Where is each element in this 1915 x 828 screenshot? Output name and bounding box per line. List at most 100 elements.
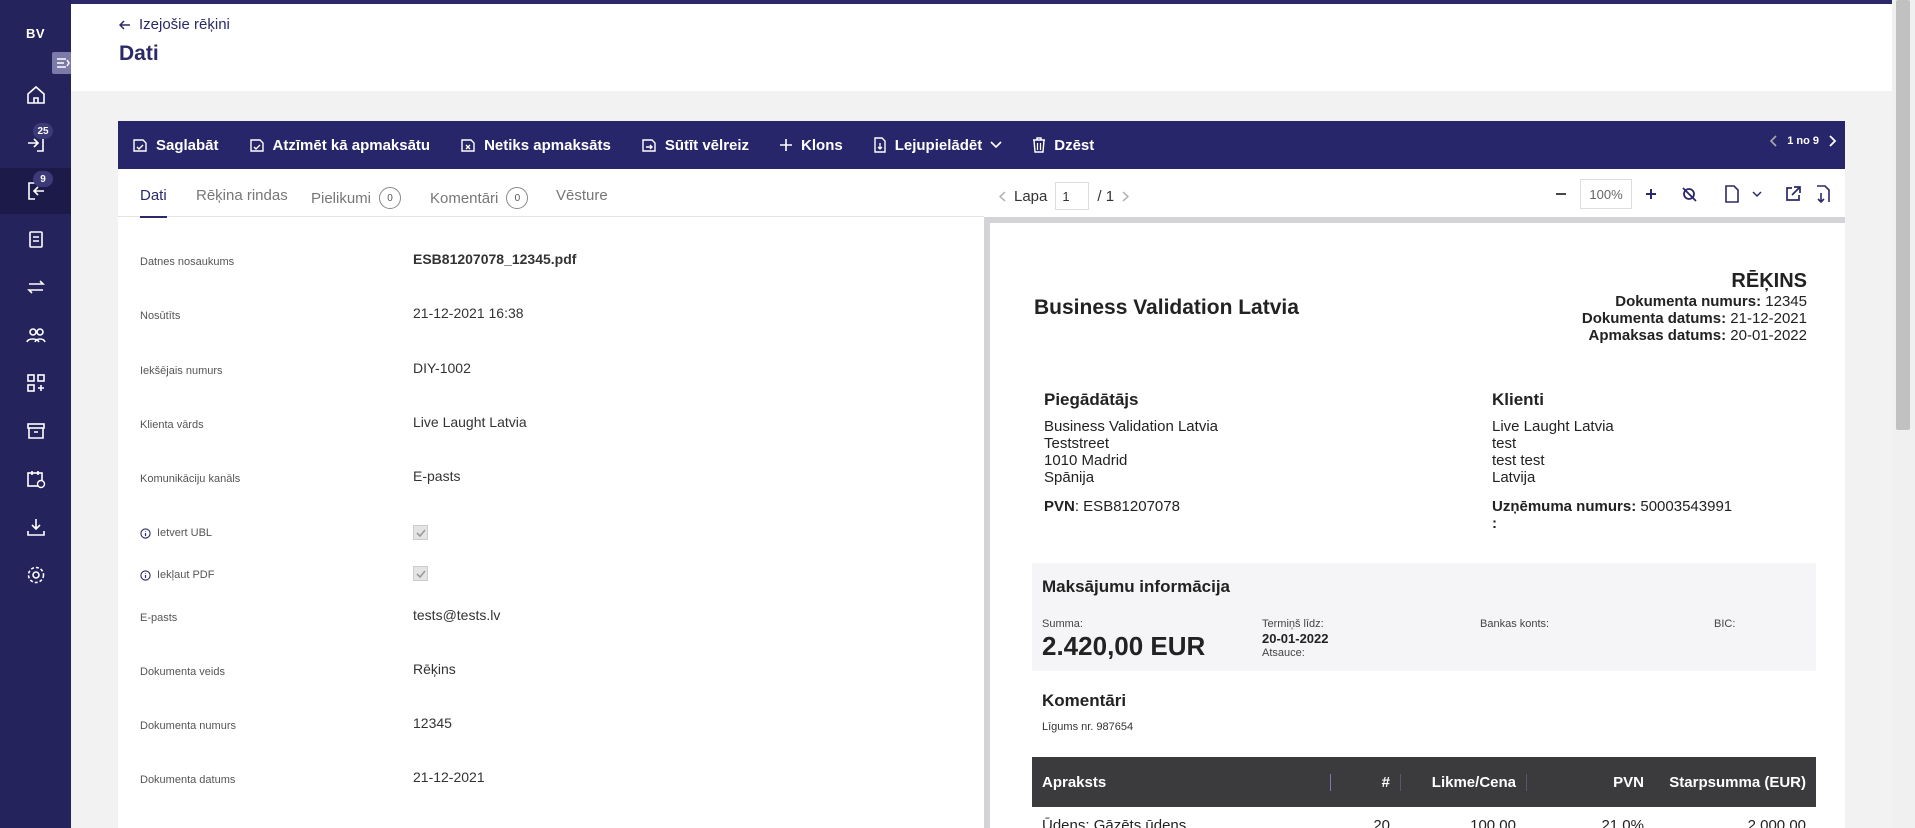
pdf-viewer: Lapa 1 / 1 100% Business Validation Latv… bbox=[984, 169, 1845, 828]
file-icon[interactable] bbox=[1724, 185, 1740, 203]
include-ubl-checkbox[interactable] bbox=[413, 525, 428, 540]
invoice-page: Business Validation Latvia RĒĶINS Dokume… bbox=[990, 223, 1845, 828]
doc-number-value: 12345 bbox=[413, 715, 452, 731]
mark-paid-icon bbox=[249, 139, 264, 152]
scrollbar-thumb[interactable] bbox=[1896, 0, 1910, 430]
doc-type-value: Rēķins bbox=[413, 661, 456, 677]
nav-outgoing[interactable]: 9 bbox=[0, 168, 71, 214]
mark-paid-button[interactable]: Atzīmēt kā apmaksātu bbox=[249, 137, 430, 154]
chevron-down-icon[interactable] bbox=[1752, 190, 1762, 198]
nav-settings[interactable] bbox=[0, 552, 71, 598]
download-dropdown-button[interactable]: Lejupielādēt bbox=[873, 137, 1003, 154]
page-input[interactable]: 1 bbox=[1055, 182, 1090, 210]
home-icon bbox=[26, 85, 45, 104]
users-icon bbox=[25, 328, 46, 343]
nav-schedule[interactable] bbox=[0, 456, 71, 502]
sent-label: Nosūtīts bbox=[140, 310, 181, 322]
save-button[interactable]: Saglabāt bbox=[132, 137, 219, 154]
left-nav-rail: BV 25 9 bbox=[0, 0, 74, 828]
nav-archive[interactable] bbox=[0, 408, 71, 454]
page-title: Dati bbox=[119, 42, 159, 65]
download-file-icon bbox=[874, 137, 886, 153]
comments-count: 0 bbox=[506, 187, 529, 209]
doc-type-label: Dokumenta veids bbox=[140, 666, 225, 678]
invoice-lines-table: Apraksts # Likme/Cena PVN Starpsumma (EU… bbox=[1032, 757, 1816, 828]
include-ubl-label: Ietvert UBL bbox=[140, 527, 212, 539]
apps-icon bbox=[26, 374, 45, 392]
resend-button[interactable]: Sūtīt vēlreiz bbox=[641, 137, 749, 154]
tab-comments[interactable]: Komentāri 0 bbox=[430, 187, 529, 209]
nav-incoming[interactable]: 25 bbox=[0, 120, 71, 166]
pager-text: 1 no 9 bbox=[1787, 135, 1819, 147]
details-panel: Dati Rēķina rindas Pielikumi 0 Komentāri… bbox=[118, 169, 984, 828]
sent-value: 21-12-2021 16:38 bbox=[413, 305, 524, 321]
nav-contacts[interactable] bbox=[0, 312, 71, 358]
page-header: Izejošie rēķini Dati bbox=[71, 4, 1892, 91]
zoom-out-icon[interactable] bbox=[1554, 187, 1568, 201]
download-pdf-icon[interactable] bbox=[1814, 185, 1832, 203]
tab-dati[interactable]: Dati bbox=[140, 187, 167, 218]
table-row: Ūdens: Gāzēts ūdens 20 100,00 21,0% 2.00… bbox=[1042, 816, 1806, 828]
plus-icon bbox=[780, 139, 793, 151]
back-link[interactable]: Izejošie rēķini bbox=[119, 16, 230, 33]
viewer-toolbar: Lapa 1 / 1 100% bbox=[984, 169, 1845, 217]
client-name-value: Live Laught Latvia bbox=[413, 414, 527, 430]
doc-number-label: Dokumenta numurs bbox=[140, 720, 236, 732]
info-icon[interactable] bbox=[140, 569, 151, 581]
email-label: E-pasts bbox=[140, 612, 178, 624]
table-header: Apraksts # Likme/Cena PVN Starpsumma (EU… bbox=[1032, 757, 1816, 807]
chevron-left-icon[interactable] bbox=[999, 190, 1006, 202]
settings-icon bbox=[27, 566, 44, 584]
tab-attachments[interactable]: Pielikumi 0 bbox=[311, 187, 402, 209]
clone-button[interactable]: Klons bbox=[779, 137, 843, 154]
channel-value: E-pasts bbox=[413, 468, 461, 484]
invoice-heading: RĒĶINS bbox=[1731, 270, 1807, 292]
file-name-value: ESB81207078_12345.pdf bbox=[413, 251, 577, 267]
attachments-count: 0 bbox=[379, 187, 402, 209]
client-name-label: Klienta vārds bbox=[140, 419, 204, 431]
save-icon bbox=[133, 139, 147, 152]
check-icon bbox=[415, 569, 426, 578]
invoice-comments-heading: Komentāri bbox=[1042, 691, 1127, 710]
brand-logo[interactable]: BV bbox=[0, 26, 71, 41]
tab-invoice-lines[interactable]: Rēķina rindas bbox=[196, 187, 288, 204]
nav-apps[interactable] bbox=[0, 360, 71, 406]
file-name-label: Datnes nosaukums bbox=[140, 256, 235, 268]
zoom-level-input[interactable]: 100% bbox=[1580, 179, 1632, 209]
doc-date-label: Dokumenta datums bbox=[140, 774, 236, 786]
internal-number-value: DIY-1002 bbox=[413, 360, 471, 376]
doc-date-value: 21-12-2021 bbox=[413, 769, 485, 785]
chevron-right-icon[interactable] bbox=[1122, 190, 1130, 202]
page-total: / 1 bbox=[1097, 187, 1115, 205]
action-toolbar: Saglabāt Atzīmēt kā apmaksātu Netiks apm… bbox=[118, 121, 1845, 169]
check-icon bbox=[415, 528, 426, 537]
include-pdf-label: Iekļaut PDF bbox=[140, 569, 214, 581]
chevron-left-icon[interactable] bbox=[1769, 135, 1777, 147]
nav-home[interactable] bbox=[0, 72, 71, 118]
page-navigator: Lapa 1 / 1 bbox=[999, 182, 1130, 210]
client-block: Klienti Live Laught Latvia test test tes… bbox=[1492, 390, 1733, 532]
clipboard-icon bbox=[28, 231, 43, 248]
nav-tasks[interactable] bbox=[0, 216, 71, 262]
back-link-label: Izejošie rēķini bbox=[139, 16, 230, 33]
tab-history[interactable]: Vēsture bbox=[556, 187, 608, 204]
chevron-right-icon[interactable] bbox=[1829, 135, 1837, 147]
document-canvas[interactable]: Business Validation Latvia RĒĶINS Dokume… bbox=[984, 217, 1845, 828]
info-icon[interactable] bbox=[140, 527, 151, 539]
include-pdf-checkbox[interactable] bbox=[413, 566, 428, 581]
not-paid-button[interactable]: Netiks apmaksāts bbox=[460, 137, 611, 154]
email-value: tests@tests.lv bbox=[413, 607, 501, 623]
channel-label: Komunikāciju kanāls bbox=[140, 473, 241, 485]
page-label: Lapa bbox=[1014, 187, 1048, 205]
payment-amount: 2.420,00 EUR bbox=[1042, 631, 1206, 661]
archive-icon bbox=[26, 423, 45, 439]
page-scrollbar[interactable] bbox=[1892, 0, 1915, 828]
nav-transfers[interactable] bbox=[0, 264, 71, 310]
nav-downloads[interactable] bbox=[0, 504, 71, 550]
zoom-in-icon[interactable] bbox=[1644, 187, 1658, 201]
hide-annotations-icon[interactable] bbox=[1680, 185, 1700, 203]
delete-button[interactable]: Dzēst bbox=[1032, 137, 1094, 154]
open-external-icon[interactable] bbox=[1784, 185, 1802, 203]
resend-icon bbox=[642, 139, 656, 152]
invoice-comment: Līgums nr. 987654 bbox=[1042, 721, 1134, 733]
